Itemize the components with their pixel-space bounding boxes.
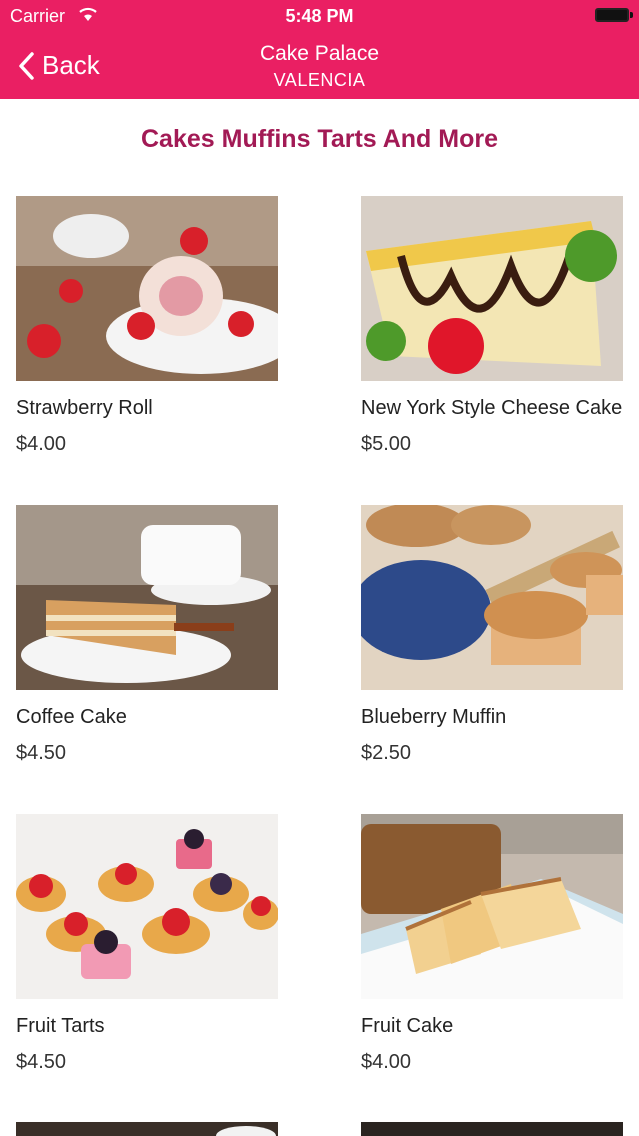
product-price: $4.00	[361, 1051, 412, 1073]
battery-icon	[595, 8, 629, 22]
product-price: $5.00	[361, 433, 412, 455]
product-price: $4.50	[16, 742, 67, 764]
blueberry-muffin-image	[361, 505, 623, 690]
product-card[interactable]: Fruit Cake $4.00	[361, 814, 623, 1074]
product-price: $4.50	[16, 1051, 67, 1073]
nav-title: Cake Palace	[259, 42, 380, 65]
coffee-cake-image	[16, 505, 278, 690]
product-image-partial	[361, 1122, 623, 1136]
battery-tip-icon	[630, 12, 633, 18]
section-title: Cakes Muffins Tarts And More	[141, 125, 498, 153]
product-name: Fruit Tarts	[16, 1015, 105, 1037]
product-card[interactable]: Blueberry Muffin $2.50	[361, 505, 623, 765]
product-image-partial	[16, 1122, 278, 1136]
product-name: New York Style Cheese Cake	[361, 397, 623, 419]
status-bar: Carrier 5:48 PM	[0, 0, 639, 32]
product-price: $2.50	[361, 742, 412, 764]
product-price: $4.00	[16, 433, 67, 455]
product-name: Coffee Cake	[16, 706, 127, 728]
product-card[interactable]: Coffee Cake $4.50	[16, 505, 278, 765]
product-card[interactable]: New York Style Cheese Cake $5.00	[361, 196, 623, 456]
header-bar: Carrier 5:48 PM Back Cake Palace VALENCI…	[0, 0, 639, 99]
fruit-tarts-image	[16, 814, 278, 999]
product-card[interactable]: Fruit Tarts $4.50	[16, 814, 278, 1074]
strawberry-roll-image	[16, 196, 278, 381]
status-time: 5:48 PM	[285, 6, 354, 26]
product-card[interactable]: Strawberry Roll $4.00	[16, 196, 278, 456]
product-name: Strawberry Roll	[16, 397, 153, 419]
product-name: Blueberry Muffin	[361, 706, 507, 728]
cheesecake-image	[361, 196, 623, 381]
product-name: Fruit Cake	[361, 1015, 454, 1037]
nav-subtitle: VALENCIA	[273, 70, 366, 90]
fruit-cake-image	[361, 814, 623, 999]
